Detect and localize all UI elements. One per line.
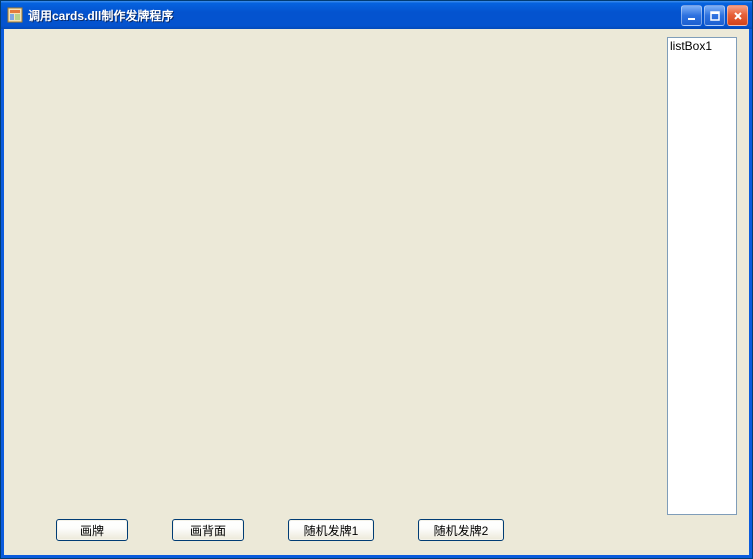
listbox[interactable]: listBox1 [667,37,737,515]
draw-card-button[interactable]: 画牌 [56,519,128,541]
client-area: listBox1 画牌 画背面 随机发牌1 随机发牌2 [4,29,749,555]
app-icon [7,7,23,23]
minimize-button[interactable] [681,5,702,26]
window-controls [681,5,748,26]
button-row: 画牌 画背面 随机发牌1 随机发牌2 [56,519,504,541]
draw-back-button[interactable]: 画背面 [172,519,244,541]
listbox-item[interactable]: listBox1 [670,39,734,53]
maximize-button[interactable] [704,5,725,26]
window-title: 调用cards.dll制作发牌程序 [28,7,173,24]
close-button[interactable] [727,5,748,26]
client-frame: listBox1 画牌 画背面 随机发牌1 随机发牌2 [1,29,752,558]
random-deal-1-button[interactable]: 随机发牌1 [288,519,374,541]
app-window: 调用cards.dll制作发牌程序 listBox1 画牌 画背面 随机发牌1 … [0,0,753,559]
random-deal-2-button[interactable]: 随机发牌2 [418,519,504,541]
title-bar: 调用cards.dll制作发牌程序 [1,1,752,29]
